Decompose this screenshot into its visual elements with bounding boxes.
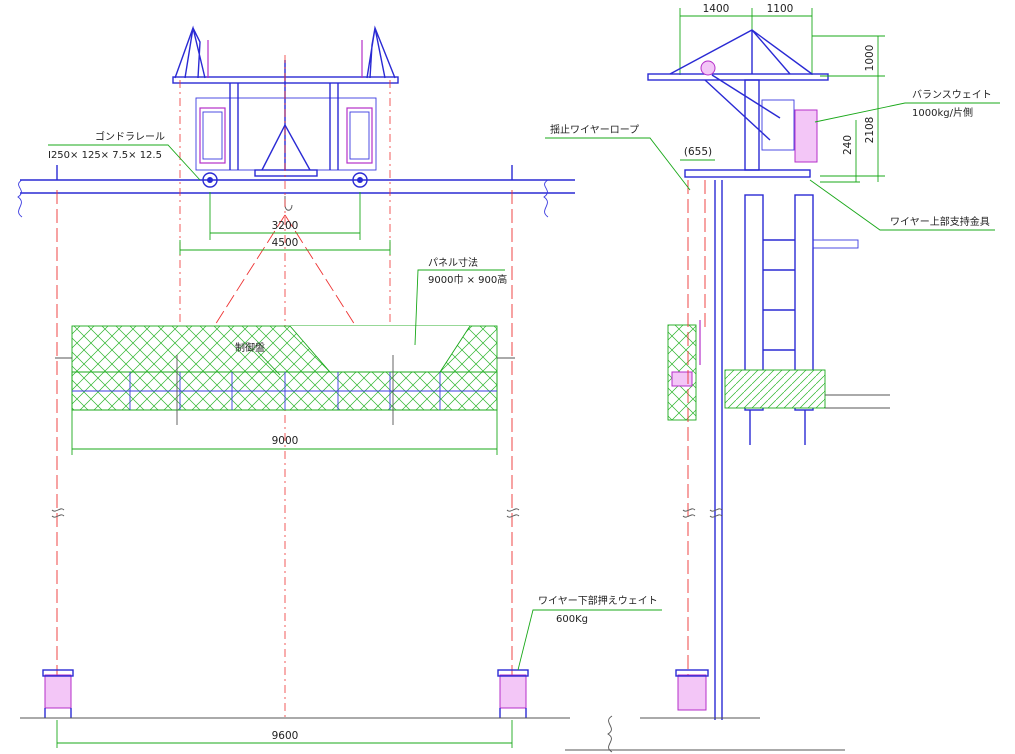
dim-height2-text: 2108 [864,117,876,144]
gondola-rail [17,165,575,218]
support-label: ワイヤー上部支持金具 [890,215,990,228]
dim-outer-text: 4500 [272,237,299,249]
dim-4500: 4500 [179,237,391,255]
rail-note: ゴンドラレール I250× 125× 7.5× 12.5 [48,130,201,181]
dim-a-text: 1400 [703,3,730,15]
dim-right: 1000 2108 240 [812,35,885,183]
weight-note: ワイヤー下部押えウェイト 600Kg [517,594,662,671]
support-note: ワイヤー上部支持金具 [809,179,995,231]
panel: 制御盤 [55,325,515,425]
construction-drawing: 3200 4500 制御盤 パネル寸法 9000巾 × 900高 9000 ゴン… [17,3,1000,753]
panel-size-label: パネル寸法 [428,256,478,269]
side-view: 1400 1100 1000 2108 240 (655) バランスウェイト 1… [545,3,1000,753]
side-tower [714,180,859,720]
balance-label: バランスウェイト [912,89,992,101]
rail-spec: I250× 125× 7.5× 12.5 [48,150,162,161]
balance-value: 1000kg/片側 [912,106,973,119]
front-view: 3200 4500 制御盤 パネル寸法 9000巾 × 900高 9000 ゴン… [17,25,662,748]
dim-top: 1400 1100 [679,3,813,75]
dim-total-text: 9600 [272,730,299,742]
dim-panel-text: 9000 [272,435,299,447]
dim-9600: 9600 [56,720,513,748]
dim-inner-text: 3200 [272,220,299,232]
floor-slab [724,369,890,409]
side-gondola [667,320,701,421]
lower-weights [20,669,570,719]
dim-9000: 9000 [71,410,498,455]
control-panel-label: 制御盤 [235,341,265,354]
weight-value: 600Kg [556,614,588,625]
dim-height3-text: 240 [842,135,854,155]
weight-label: ワイヤー下部押えウェイト [538,594,658,607]
side-boom [647,29,829,178]
balance-note: バランスウェイト 1000kg/片側 [814,89,1000,123]
dim-b-text: 1100 [767,3,794,15]
rail-label: ゴンドラレール [95,130,165,143]
rope-label: 揺止ワイヤーロープ [550,124,639,136]
side-weight [607,669,760,753]
dim-offset-text: (655) [684,146,712,158]
dim-height1-text: 1000 [864,45,876,72]
panel-size-value: 9000巾 × 900高 [428,273,507,286]
gondola-frame [172,25,399,211]
dim-offset: (655) [680,146,715,161]
